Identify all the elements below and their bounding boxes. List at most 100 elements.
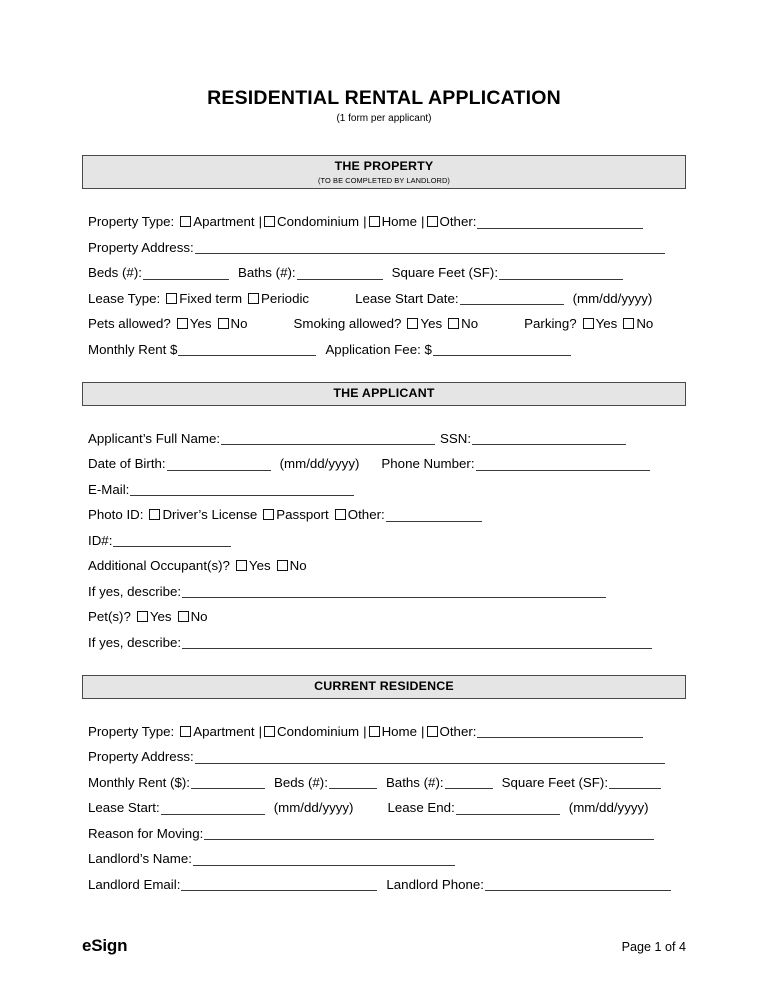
checkbox-other[interactable] (426, 216, 438, 228)
field-row-cur-property-type: Property Type: Apartment | Condominium |… (88, 719, 686, 745)
pets-allowed-label: Pets allowed? (88, 316, 171, 332)
parking-label: Parking? (524, 316, 577, 332)
other-label: Other: (439, 723, 477, 739)
checkbox-condominium[interactable] (264, 216, 276, 228)
input-pets-describe[interactable] (182, 635, 653, 650)
date-format-hint: (mm/dd/yyyy) (273, 800, 354, 816)
checkbox-apartment[interactable] (180, 216, 192, 228)
other-label: Other: (347, 507, 385, 523)
field-row-cur-property-address: Property Address: (88, 744, 686, 770)
input-cur-monthly-rent[interactable] (190, 775, 265, 790)
section-body-the-property: Property Type: Apartment | Condominium |… (82, 209, 686, 362)
property-address-label: Property Address: (88, 749, 194, 765)
section-body-the-applicant: Applicant’s Full Name: SSN: Date of Birt… (82, 426, 686, 656)
input-baths[interactable] (296, 266, 383, 280)
input-reason-for-moving[interactable] (204, 826, 655, 841)
if-yes-describe-label: If yes, describe: (88, 583, 182, 599)
section-subtitle: (TO BE COMPLETED BY LANDLORD) (318, 175, 450, 185)
applicant-full-name-label: Applicant’s Full Name: (88, 430, 221, 446)
id-number-label: ID#: (88, 532, 113, 548)
landlord-phone-label: Landlord Phone: (386, 876, 484, 892)
checkbox-additional-occupants-no[interactable] (276, 560, 288, 572)
checkbox-fixed-term[interactable] (166, 292, 178, 304)
input-property-type-other[interactable] (477, 215, 644, 229)
lease-start-date-label: Lease Start Date: (355, 290, 459, 306)
condominium-label: Condominium (277, 214, 360, 230)
date-of-birth-label: Date of Birth: (88, 456, 166, 472)
yes-label: Yes (248, 558, 271, 574)
input-landlord-name[interactable] (192, 852, 455, 866)
checkbox-periodic[interactable] (248, 292, 260, 304)
field-row-landlord-name: Landlord’s Name: (88, 846, 686, 872)
passport-label: Passport (276, 507, 329, 523)
field-row-pets-smoking-parking: Pets allowed? Yes No Smoking allowed? Ye… (88, 311, 686, 337)
checkbox-smoking-allowed-no[interactable] (448, 318, 460, 330)
input-cur-beds[interactable] (328, 775, 377, 790)
input-id-number[interactable] (113, 533, 232, 548)
date-format-hint: (mm/dd/yyyy) (279, 456, 360, 472)
separator-pipe: | (258, 723, 263, 739)
checkbox-parking-yes[interactable] (582, 318, 594, 330)
input-beds[interactable] (142, 266, 229, 280)
input-phone-number[interactable] (475, 457, 650, 471)
input-applicant-full-name[interactable] (221, 431, 436, 446)
esign-logo: eSign (82, 936, 128, 955)
input-landlord-phone[interactable] (484, 877, 671, 892)
landlord-email-label: Landlord Email: (88, 876, 181, 892)
field-row-landlord-contact: Landlord Email: Landlord Phone: (88, 872, 686, 898)
lease-end-label: Lease End: (387, 800, 455, 816)
field-row-dob-phone: Date of Birth: (mm/dd/yyyy) Phone Number… (88, 451, 686, 477)
input-cur-property-type-other[interactable] (477, 724, 644, 739)
checkbox-passport[interactable] (263, 509, 275, 521)
input-monthly-rent[interactable] (178, 342, 317, 357)
field-row-cur-rent-beds-baths-sf: Monthly Rent ($): Beds (#): Baths (#): S… (88, 770, 686, 796)
input-email[interactable] (130, 482, 355, 497)
checkbox-additional-occupants-yes[interactable] (235, 560, 247, 572)
checkbox-cur-apartment[interactable] (180, 725, 192, 737)
input-cur-property-address[interactable] (194, 750, 665, 764)
checkbox-home[interactable] (368, 216, 380, 228)
input-application-fee[interactable] (432, 342, 571, 357)
checkbox-smoking-allowed-yes[interactable] (407, 318, 419, 330)
input-cur-square-feet[interactable] (609, 775, 662, 790)
no-label: No (636, 316, 654, 332)
email-label: E-Mail: (88, 481, 130, 497)
home-label: Home (381, 214, 418, 230)
page-subtitle: (1 form per applicant) (336, 113, 432, 125)
field-row-cur-lease-dates: Lease Start: (mm/dd/yyyy) Lease End: (mm… (88, 795, 686, 821)
no-label: No (461, 316, 479, 332)
checkbox-parking-no[interactable] (623, 318, 635, 330)
input-cur-baths[interactable] (444, 775, 493, 790)
field-row-reason-for-moving: Reason for Moving: (88, 821, 686, 847)
ssn-label: SSN: (440, 430, 472, 446)
input-photo-id-other[interactable] (385, 508, 482, 522)
field-row-property-address: Property Address: (88, 235, 686, 261)
periodic-label: Periodic (261, 290, 310, 306)
input-lease-start-date[interactable] (459, 291, 564, 306)
checkbox-photo-id-other[interactable] (334, 509, 346, 521)
application-fee-label: Application Fee: $ (325, 341, 432, 357)
section-title: THE PROPERTY (334, 159, 434, 174)
checkbox-pets-yes[interactable] (136, 611, 148, 623)
checkbox-pets-allowed-yes[interactable] (176, 318, 188, 330)
page-footer: eSign Page 1 of 4 (82, 936, 686, 956)
apartment-label: Apartment (193, 214, 255, 230)
input-square-feet[interactable] (499, 266, 624, 280)
input-ssn[interactable] (472, 431, 627, 446)
checkbox-cur-condominium[interactable] (264, 725, 276, 737)
checkbox-cur-other[interactable] (426, 725, 438, 737)
lease-type-label: Lease Type: (88, 290, 161, 306)
checkbox-pets-no[interactable] (177, 611, 189, 623)
input-cur-lease-end[interactable] (455, 801, 560, 815)
input-cur-lease-start[interactable] (160, 801, 265, 815)
photo-id-label: Photo ID: (88, 507, 144, 523)
input-date-of-birth[interactable] (166, 457, 271, 471)
input-property-address[interactable] (194, 240, 665, 255)
pets-label: Pet(s)? (88, 609, 131, 625)
checkbox-drivers-license[interactable] (149, 509, 161, 521)
field-row-full-name-ssn: Applicant’s Full Name: SSN: (88, 426, 686, 452)
input-landlord-email[interactable] (181, 877, 378, 892)
input-occupants-describe[interactable] (182, 584, 607, 599)
checkbox-pets-allowed-no[interactable] (217, 318, 229, 330)
checkbox-cur-home[interactable] (368, 725, 380, 737)
